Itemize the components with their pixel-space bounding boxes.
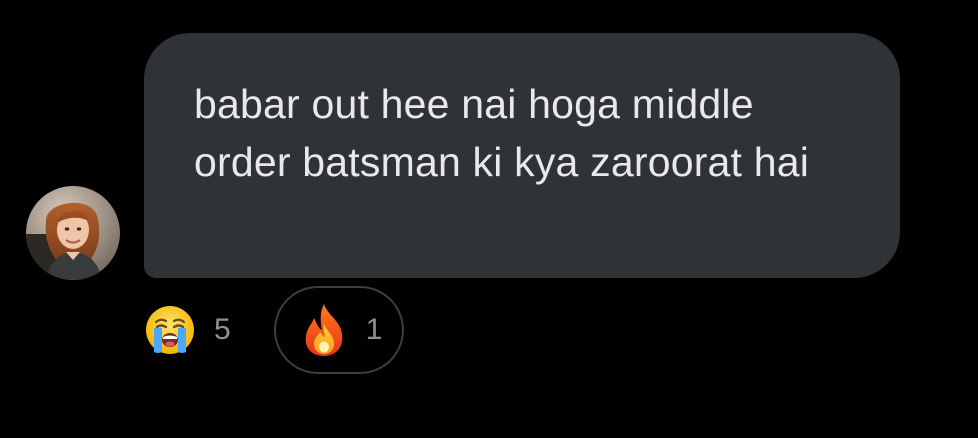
reaction-fire-selected[interactable]: 1 [274, 286, 404, 374]
dm-conversation: babar out hee nai hoga middle order bats… [0, 0, 978, 438]
message-text: babar out hee nai hoga middle order bats… [194, 81, 810, 185]
loudly-crying-face-icon [144, 304, 196, 356]
reaction-count: 1 [365, 313, 383, 346]
message-bubble[interactable]: babar out hee nai hoga middle order bats… [144, 33, 900, 278]
avatar[interactable] [26, 186, 120, 280]
reaction-crying-face[interactable]: 5 [144, 300, 231, 360]
reaction-count: 5 [214, 313, 231, 346]
fire-icon [300, 302, 348, 358]
avatar-image [26, 186, 120, 280]
